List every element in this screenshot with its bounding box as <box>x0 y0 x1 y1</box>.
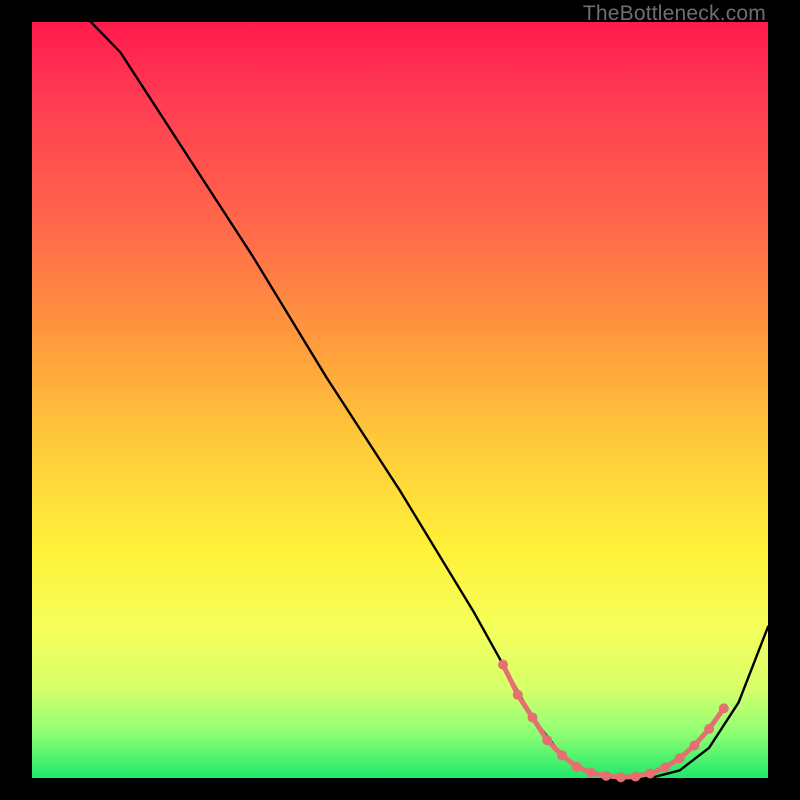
marker-dot <box>719 703 729 713</box>
marker-dot <box>572 762 582 772</box>
marker-dot <box>660 762 670 772</box>
plot-area <box>32 22 768 778</box>
marker-dot <box>631 772 641 782</box>
chart-frame: TheBottleneck.com <box>0 0 800 800</box>
marker-dot <box>528 713 538 723</box>
bottleneck-curve <box>91 22 768 778</box>
marker-dot <box>498 660 508 670</box>
marker-dot <box>675 753 685 763</box>
marker-dot <box>616 772 626 782</box>
marker-dot <box>645 769 655 779</box>
marker-dot <box>513 690 523 700</box>
marker-dot <box>689 741 699 751</box>
chart-svg <box>32 22 768 778</box>
marker-dot <box>542 735 552 745</box>
marker-dot <box>586 768 596 778</box>
marker-dots-group <box>498 660 729 783</box>
marker-dot <box>704 724 714 734</box>
marker-dot <box>601 771 611 781</box>
marker-dot <box>557 750 567 760</box>
